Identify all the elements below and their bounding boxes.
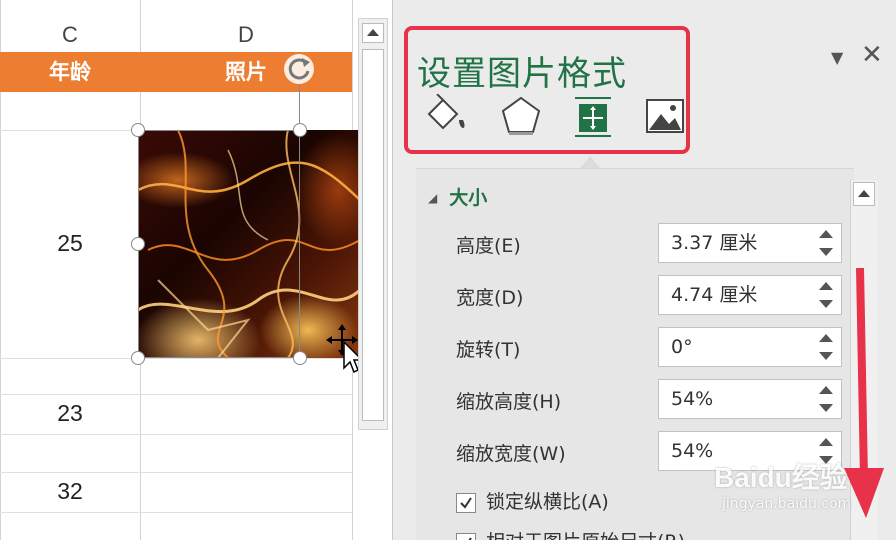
row-divider: [0, 472, 352, 473]
resize-handle-bottom-left[interactable]: [131, 351, 145, 365]
rotation-label: 旋转(T): [456, 339, 521, 361]
row-divider: [0, 434, 352, 435]
checkbox-checked-icon[interactable]: [456, 532, 476, 540]
cell-age-value[interactable]: 32: [0, 478, 140, 505]
width-spinner[interactable]: 4.74 厘米: [658, 275, 842, 315]
rotation-value[interactable]: 0°: [671, 328, 693, 366]
width-label: 宽度(D): [456, 287, 524, 309]
column-header-d[interactable]: D: [140, 0, 352, 52]
scale-height-label: 缩放高度(H): [456, 391, 562, 413]
paint-bucket-icon[interactable]: [423, 93, 467, 138]
spinner-arrows-icon[interactable]: [819, 282, 833, 308]
cell-age-value[interactable]: 25: [0, 230, 140, 257]
scroll-up-button[interactable]: [853, 182, 875, 206]
sheet-vertical-scrollbar[interactable]: [358, 18, 388, 430]
row-divider: [0, 394, 352, 395]
scale-width-label: 缩放宽度(W): [456, 443, 566, 465]
spinner-arrows-icon[interactable]: [819, 230, 833, 256]
column-header-c[interactable]: C: [0, 0, 140, 52]
scroll-down-arrow-annotation: [840, 267, 890, 528]
watermark-url: jingyan.baidu.com: [722, 496, 852, 512]
width-value[interactable]: 4.74 厘米: [671, 276, 757, 314]
pane-options-icon[interactable]: ▼: [831, 48, 843, 67]
lock-aspect-ratio-checkbox[interactable]: 锁定纵横比(A): [456, 487, 609, 514]
chevron-up-icon: [858, 190, 870, 197]
resize-handle-top-left[interactable]: [131, 123, 145, 137]
header-cell-photo[interactable]: 照片: [140, 52, 352, 92]
scale-height-value[interactable]: 54%: [671, 380, 713, 418]
fire-image: [138, 130, 358, 358]
close-icon[interactable]: ✕: [861, 40, 883, 70]
resize-handle-bottom-right[interactable]: [293, 351, 307, 365]
relative-original-size-checkbox[interactable]: 相对于图片原始尺寸(R): [456, 527, 685, 540]
picture-icon[interactable]: [643, 94, 687, 138]
rotation-spinner[interactable]: 0°: [658, 327, 842, 367]
spinner-arrows-icon[interactable]: [819, 334, 833, 360]
row-divider: [0, 512, 352, 513]
checkbox-label: 锁定纵横比(A): [486, 491, 609, 513]
pane-title: 设置图片格式: [417, 54, 627, 94]
resize-handle-middle-left[interactable]: [131, 237, 145, 251]
size-position-icon[interactable]: [571, 94, 615, 138]
watermark-brand: Baidu经验: [714, 462, 848, 493]
active-tab-pointer: [580, 156, 600, 168]
checkbox-checked-icon[interactable]: [456, 492, 476, 513]
resize-handle-top-right[interactable]: [293, 123, 307, 137]
rotate-handle-icon[interactable]: [284, 54, 314, 84]
spinner-arrows-icon[interactable]: [819, 386, 833, 412]
checkbox-label: 相对于图片原始尺寸(R): [486, 531, 685, 540]
scroll-up-button[interactable]: [362, 23, 384, 43]
section-title: 大小: [449, 187, 488, 209]
move-cursor-icon: [326, 324, 358, 374]
height-spinner[interactable]: 3.37 厘米: [658, 223, 842, 263]
scroll-thumb[interactable]: [362, 49, 384, 421]
spreadsheet-grid[interactable]: C D 年龄 照片 25 23 32: [0, 0, 358, 540]
size-section-toggle[interactable]: ◢ 大小: [428, 183, 487, 210]
height-label: 高度(E): [456, 235, 521, 257]
collapse-triangle-icon: ◢: [428, 191, 438, 205]
cell-age-value[interactable]: 23: [0, 400, 140, 427]
scale-height-spinner[interactable]: 54%: [658, 379, 842, 419]
rotate-stem: [299, 84, 300, 124]
header-cell-age[interactable]: 年龄: [0, 52, 140, 92]
height-value[interactable]: 3.37 厘米: [671, 224, 757, 262]
inserted-picture[interactable]: [138, 130, 358, 358]
pentagon-icon[interactable]: [499, 94, 543, 138]
chevron-up-icon: [367, 29, 379, 36]
